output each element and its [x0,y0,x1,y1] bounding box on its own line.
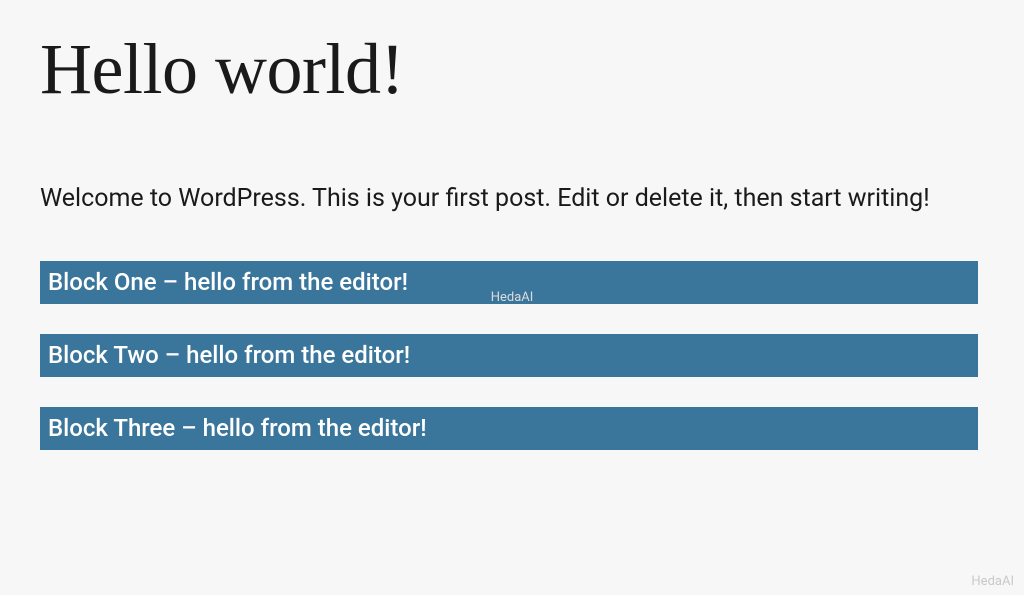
post-intro-paragraph: Welcome to WordPress. This is your first… [40,179,980,219]
watermark-corner: HedaAI [971,574,1014,589]
post-title: Hello world! [40,30,984,109]
editor-block-one: Block One – hello from the editor! [40,261,978,304]
editor-block-two: Block Two – hello from the editor! [40,334,978,377]
editor-block-three: Block Three – hello from the editor! [40,407,978,450]
